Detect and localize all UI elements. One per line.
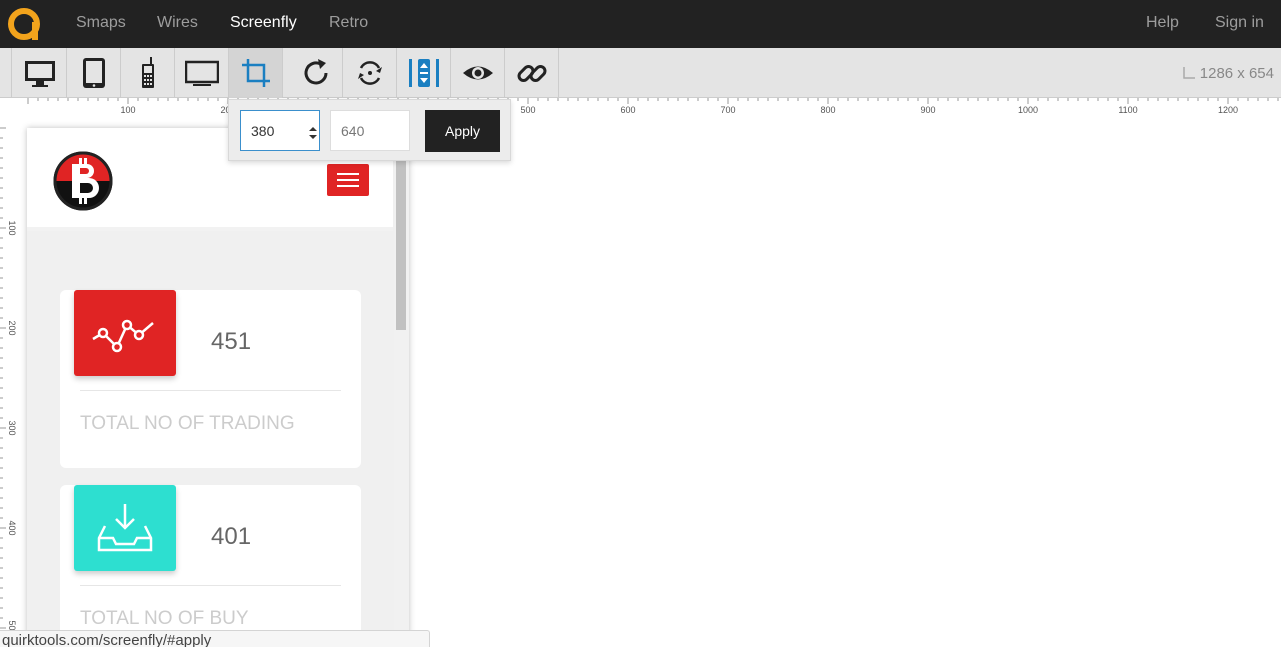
preview-button[interactable] [451,48,505,98]
ruler-label: 1100 [1118,105,1137,115]
vertical-ruler: 100200300400500 [0,127,17,639]
reset-icon [357,61,382,85]
card-label: TOTAL NO OF TRADING [80,413,295,434]
link-icon [517,65,546,82]
card-value: 451 [211,328,252,355]
ruler-label: 300 [7,420,17,435]
size-readout-text: 1286 x 654 [1199,65,1274,82]
tablet-button[interactable] [67,48,121,98]
share-link-button[interactable] [505,48,559,98]
scroll-toggle-button[interactable] [397,48,451,98]
nav-link-help[interactable]: Help [1146,14,1179,32]
preview-icon [462,66,493,80]
ruler-label: 100 [120,105,135,115]
window-size-readout: 1286 x 654 [1182,65,1274,82]
nav-link-retro[interactable]: Retro [329,14,368,32]
ruler-label: 1000 [1018,105,1038,115]
nav-link-sign-in[interactable]: Sign in [1215,14,1264,32]
reset-button[interactable] [343,48,397,98]
ruler-label: 1200 [1218,105,1238,115]
rotate-icon [304,59,327,85]
ruler-label: 200 [7,320,17,335]
ruler-label: 800 [820,105,835,115]
spinner-arrows-icon[interactable] [308,126,318,140]
mobile-button[interactable] [121,48,175,98]
desktop-button[interactable] [13,48,67,98]
ruler-label: 400 [7,520,17,535]
stat-card-buy: 401 TOTAL NO OF BUY [60,485,361,647]
hamburger-menu-button[interactable] [327,164,369,196]
ruler-label: 500 [520,105,535,115]
bitcoin-logo-icon[interactable] [52,150,114,212]
mobile-phone-icon [141,57,154,88]
nav-link-smaps[interactable]: Smaps [76,14,126,32]
nav-link-screenfly[interactable]: Screenfly [230,14,297,32]
viewport-scrollbar[interactable] [394,128,409,647]
ruler-corner-icon [1182,67,1195,79]
card-icon-box [74,485,176,571]
custom-size-button[interactable] [229,48,283,98]
horizontal-ruler: 100200300400500600700800900100011001200 [27,98,1279,115]
scroll-toggle-icon [408,59,439,87]
ruler-label: 700 [720,105,735,115]
device-toolbar: 1286 x 654 [0,48,1281,98]
top-navbar: Smaps Wires Screenfly Retro Help Sign in [0,0,1281,48]
width-input-value: 380 [251,123,275,139]
height-input-placeholder: 640 [341,123,365,139]
card-icon-box [74,290,176,376]
logo-a-icon[interactable] [8,8,42,42]
tablet-icon [82,58,105,88]
custom-size-icon [241,59,270,87]
card-divider [80,585,341,586]
desktop-icon [24,61,55,87]
card-label: TOTAL NO OF BUY [80,608,249,629]
ruler-label: 600 [620,105,635,115]
tv-icon [184,60,219,86]
height-input[interactable]: 640 [330,110,410,151]
status-bar-url: quirktools.com/screenfly/#apply [0,630,430,647]
device-viewport: 451 TOTAL NO OF TRADING 401 TOTAL NO OF … [27,128,409,647]
card-value: 401 [211,523,252,550]
stat-card-trading: 451 TOTAL NO OF TRADING [60,290,361,468]
apply-button[interactable]: Apply [425,110,500,152]
rotate-button[interactable] [289,48,343,98]
ruler-label: 900 [920,105,935,115]
custom-size-popup: 380 640 Apply [228,99,511,161]
nav-link-wires[interactable]: Wires [157,14,198,32]
inbox-download-icon [97,504,153,552]
line-chart-icon [92,319,154,353]
scrollbar-thumb[interactable] [396,158,406,330]
width-input[interactable]: 380 [240,110,320,151]
card-divider [80,390,341,391]
ruler-label: 100 [7,220,17,235]
tv-button[interactable] [175,48,229,98]
